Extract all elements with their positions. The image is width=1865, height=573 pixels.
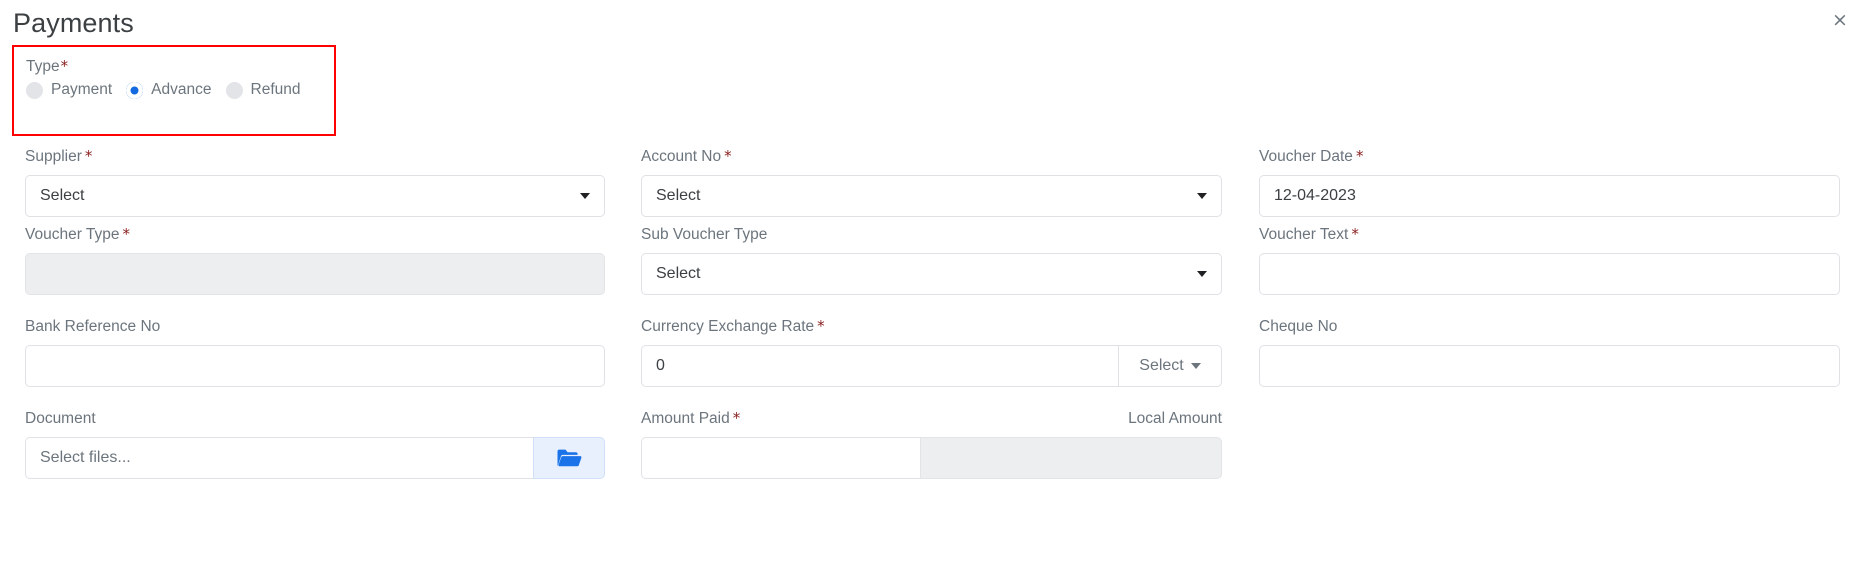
field-voucher-text: Voucher Text * xyxy=(1259,225,1840,295)
type-label-text: Type xyxy=(26,58,60,75)
cheque-no-input[interactable] xyxy=(1259,345,1840,387)
required-asterisk: * xyxy=(122,225,131,243)
label-document-text: Document xyxy=(25,410,96,427)
radio-circle-selected-icon xyxy=(126,81,144,99)
field-amount-paid: Amount Paid * Local Amount xyxy=(641,409,1222,479)
supplier-select[interactable]: Select xyxy=(25,175,605,217)
label-sub-voucher-type: Sub Voucher Type xyxy=(641,225,1222,245)
field-voucher-date: Voucher Date * 12-04-2023 xyxy=(1259,147,1840,217)
radio-circle-icon xyxy=(26,81,43,99)
currency-select-label: Select xyxy=(1139,357,1184,374)
currency-exchange-rate-group: 0 Select xyxy=(641,345,1222,387)
chevron-down-icon xyxy=(1190,363,1201,369)
label-voucher-text: Voucher Text * xyxy=(1259,225,1840,245)
field-document: Document Select files... xyxy=(25,409,605,479)
label-cheque-no: Cheque No xyxy=(1259,317,1840,337)
field-bank-reference-no: Bank Reference No xyxy=(25,317,605,387)
page-title: Payments xyxy=(13,8,134,38)
label-voucher-date-text: Voucher Date xyxy=(1259,148,1353,165)
voucher-date-input[interactable]: 12-04-2023 xyxy=(1259,175,1840,217)
label-voucher-text-text: Voucher Text xyxy=(1259,226,1349,243)
field-currency-exchange-rate: Currency Exchange Rate * 0 Select xyxy=(641,317,1222,387)
chevron-down-icon xyxy=(1197,193,1207,199)
supplier-value: Select xyxy=(40,187,85,204)
account-no-select[interactable]: Select xyxy=(641,175,1222,217)
field-account-no: Account No * Select xyxy=(641,147,1222,217)
label-currency-exchange-rate: Currency Exchange Rate * xyxy=(641,317,1222,337)
radio-label-payment: Payment xyxy=(51,81,113,98)
required-asterisk: * xyxy=(1351,225,1359,243)
currency-select-button[interactable]: Select xyxy=(1118,345,1222,387)
voucher-date-value: 12-04-2023 xyxy=(1274,187,1356,204)
field-voucher-type: Voucher Type * xyxy=(25,225,605,295)
label-sub-voucher-type-text: Sub Voucher Type xyxy=(641,226,768,243)
radio-label-refund: Refund xyxy=(250,81,301,98)
currency-exchange-rate-value: 0 xyxy=(656,357,665,374)
radio-option-refund[interactable]: Refund xyxy=(225,80,301,100)
close-icon[interactable]: × xyxy=(1829,10,1851,32)
amount-paid-input[interactable] xyxy=(641,437,920,479)
document-file-group: Select files... xyxy=(25,437,605,479)
voucher-type-input xyxy=(25,253,605,295)
bank-reference-no-input[interactable] xyxy=(25,345,605,387)
label-account-no: Account No * xyxy=(641,147,1222,167)
sub-voucher-type-select[interactable]: Select xyxy=(641,253,1222,295)
radio-option-payment[interactable]: Payment xyxy=(26,80,112,100)
label-bank-reference-no: Bank Reference No xyxy=(25,317,605,337)
label-voucher-date: Voucher Date * xyxy=(1259,147,1840,167)
field-supplier: Supplier * Select xyxy=(25,147,605,217)
radio-label-advance: Advance xyxy=(151,81,212,98)
label-currency-exchange-rate-text: Currency Exchange Rate xyxy=(641,318,815,335)
label-amount-paid-text: Amount Paid xyxy=(641,410,730,427)
chevron-down-icon xyxy=(580,193,590,199)
label-voucher-type: Voucher Type * xyxy=(25,225,605,245)
currency-exchange-rate-input[interactable]: 0 xyxy=(641,345,1118,387)
payments-form-page: Payments × Type* Payment Advance Refund … xyxy=(0,0,1865,573)
label-local-amount: Local Amount xyxy=(1128,410,1222,427)
label-document: Document xyxy=(25,409,605,429)
field-sub-voucher-type: Sub Voucher Type Select xyxy=(641,225,1222,295)
required-asterisk: * xyxy=(60,57,69,75)
required-asterisk: * xyxy=(817,317,825,335)
field-cheque-no: Cheque No xyxy=(1259,317,1840,387)
account-no-value: Select xyxy=(656,187,701,204)
required-asterisk: * xyxy=(724,147,732,165)
label-cheque-no-text: Cheque No xyxy=(1259,318,1338,335)
folder-open-icon[interactable] xyxy=(533,437,605,479)
required-asterisk: * xyxy=(84,147,93,165)
label-amount-paid: Amount Paid * xyxy=(641,409,740,429)
amount-paid-group xyxy=(641,437,1222,479)
local-amount-input xyxy=(919,437,1222,479)
required-asterisk: * xyxy=(1355,147,1364,165)
sub-voucher-type-value: Select xyxy=(656,265,701,282)
radio-option-advance[interactable]: Advance xyxy=(126,80,212,100)
label-supplier: Supplier * xyxy=(25,147,605,167)
amount-paid-label-row: Amount Paid * Local Amount xyxy=(641,409,1222,429)
label-supplier-text: Supplier xyxy=(25,148,82,165)
type-label: Type* xyxy=(26,57,68,77)
label-voucher-type-text: Voucher Type xyxy=(25,226,120,243)
type-radio-group: Payment Advance Refund xyxy=(26,80,314,100)
document-file-placeholder: Select files... xyxy=(40,449,131,466)
label-account-no-text: Account No xyxy=(641,148,722,165)
voucher-text-input[interactable] xyxy=(1259,253,1840,295)
radio-circle-icon xyxy=(225,81,243,99)
document-file-input[interactable]: Select files... xyxy=(25,437,533,479)
required-asterisk: * xyxy=(732,409,741,427)
label-bank-reference-no-text: Bank Reference No xyxy=(25,318,161,335)
chevron-down-icon xyxy=(1197,271,1207,277)
